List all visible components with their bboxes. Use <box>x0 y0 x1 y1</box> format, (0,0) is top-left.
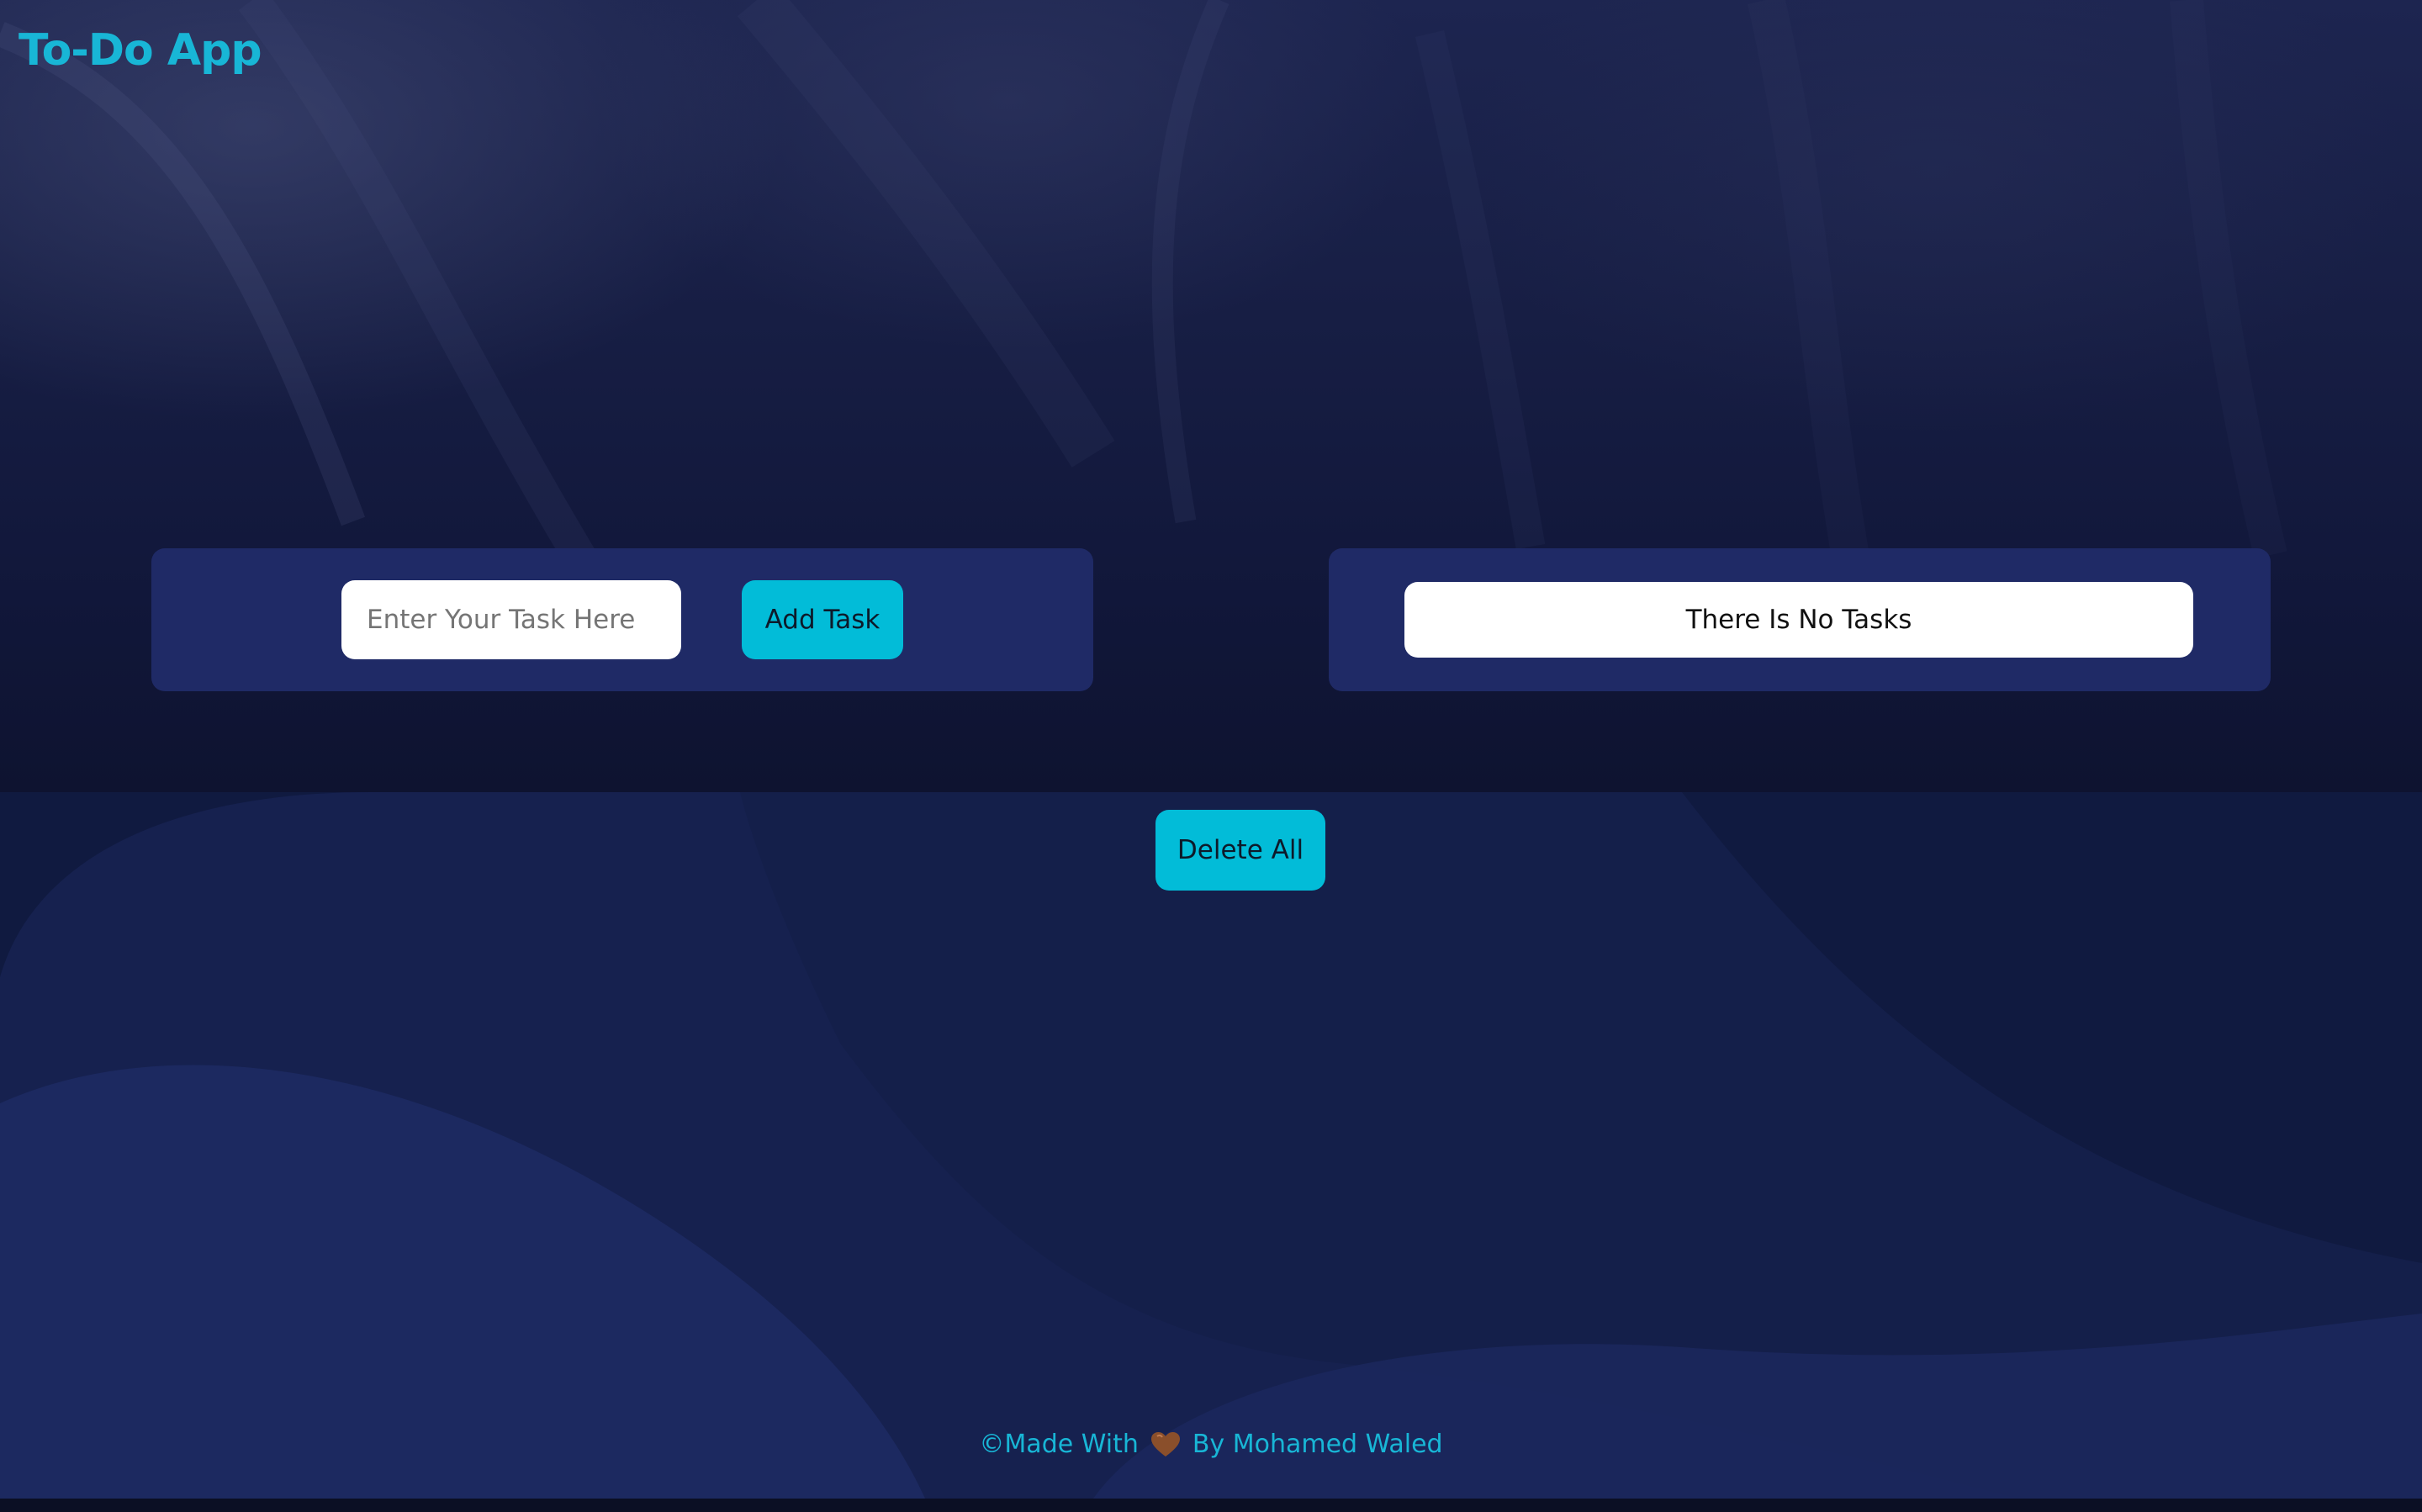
app-title: To-Do App <box>19 25 262 76</box>
add-task-button[interactable]: Add Task <box>742 580 903 659</box>
footer-credit: By Mohamed Waled <box>1192 1430 1443 1459</box>
empty-tasks-message: There Is No Tasks <box>1404 582 2193 658</box>
task-list-panel: There Is No Tasks <box>1329 548 2271 691</box>
task-input[interactable] <box>341 580 681 659</box>
delete-all-button[interactable]: Delete All <box>1155 810 1325 891</box>
wave-background <box>0 792 2422 1499</box>
footer: ©Made With By Mohamed Waled <box>0 1430 2422 1459</box>
heart-icon <box>1150 1431 1181 1458</box>
task-form-panel: Add Task <box>151 548 1093 691</box>
brush-texture <box>0 0 2287 581</box>
bottom-strip <box>0 1499 2422 1512</box>
footer-prefix: ©Made With <box>979 1430 1139 1459</box>
